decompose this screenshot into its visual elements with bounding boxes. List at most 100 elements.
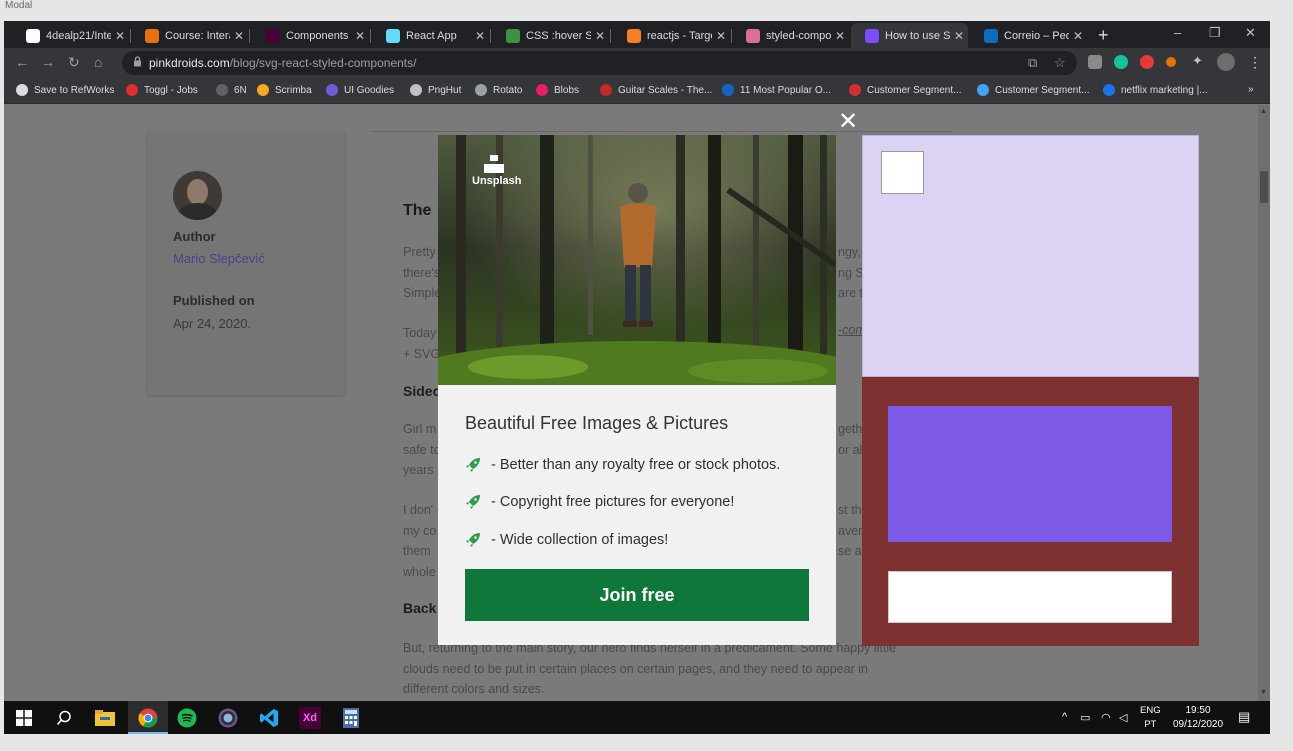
bookmark-item[interactable]: UI Goodies — [326, 84, 394, 96]
file-explorer-icon[interactable] — [94, 707, 116, 729]
grammarly-icon[interactable] — [1114, 55, 1128, 69]
window-close-button[interactable]: ✕ — [1245, 25, 1256, 41]
preview-panel-top — [862, 135, 1199, 377]
bookmark-item[interactable]: Guitar Scales - The... — [600, 84, 712, 96]
bookmark-label: 11 Most Popular O... — [740, 84, 831, 96]
text-line: geth — [838, 422, 863, 436]
forward-icon[interactable]: → — [41, 54, 55, 70]
bookmark-item[interactable]: netflix marketing |... — [1103, 84, 1208, 96]
browser-tab[interactable]: How to use SVG✕ — [851, 23, 968, 48]
text-line: or al — [838, 442, 863, 457]
extension-orange-icon[interactable] — [1166, 57, 1176, 67]
tab-close-icon[interactable]: ✕ — [230, 29, 248, 43]
scrollbar-thumb[interactable] — [1260, 171, 1268, 203]
bookmark-item[interactable]: Toggl - Jobs — [126, 84, 198, 96]
browser-tab[interactable]: Correio – Pedro✕ — [970, 23, 1087, 48]
scroll-down-icon[interactable]: ▼ — [1260, 689, 1267, 696]
tab-title: CSS :hover Sele — [526, 29, 591, 42]
browser-tab[interactable]: React App ✕ — [372, 23, 489, 48]
chrome-icon[interactable] — [137, 707, 159, 729]
new-tab-button[interactable]: + — [1098, 25, 1109, 46]
feature-item: - Wide collection of images! — [465, 532, 668, 548]
wifi-icon[interactable]: ◠ — [1101, 711, 1111, 724]
notifications-icon[interactable]: ▤ — [1238, 709, 1250, 725]
author-link[interactable]: Mario Slepčević — [173, 251, 265, 266]
tab-close-icon[interactable]: ✕ — [471, 29, 489, 43]
bookmark-item[interactable]: Blobs — [536, 84, 579, 96]
home-icon[interactable]: ⌂ — [94, 54, 102, 70]
tab-close-icon[interactable]: ✕ — [831, 29, 849, 43]
restore-button[interactable]: ❐ — [1209, 25, 1221, 41]
bookmark-item[interactable]: Save to RefWorks — [16, 84, 114, 96]
tab-separator — [490, 29, 491, 43]
bookmark-star-icon[interactable]: ☆ — [1054, 55, 1066, 71]
browser-menu-icon[interactable]: ⋮ — [1248, 54, 1262, 71]
article-heading: The — [403, 202, 432, 219]
browser-tab[interactable]: Components ✕ — [252, 23, 369, 48]
tab-close-icon[interactable]: ✕ — [1069, 29, 1087, 43]
translate-icon[interactable]: ⧉ — [1028, 55, 1037, 71]
tab-separator — [370, 29, 371, 43]
browser-tab[interactable]: reactjs - Target✕ — [613, 23, 730, 48]
preview-checkbox[interactable] — [881, 151, 924, 194]
battery-icon[interactable]: ▭ — [1080, 711, 1090, 724]
bookmark-label: Scrimba — [275, 84, 312, 96]
article-paragraph-3-right: geth or al — [838, 419, 862, 460]
rocket-icon — [466, 458, 480, 472]
extensions-puzzle-icon[interactable]: ✦ — [1192, 53, 1206, 68]
search-icon[interactable] — [53, 707, 75, 729]
volume-icon[interactable]: ◁ — [1119, 711, 1127, 724]
bookmark-item[interactable]: Customer Segment... — [849, 84, 961, 96]
minimize-button[interactable]: – — [1174, 25, 1181, 40]
browser-tab[interactable]: Course: Interac✕ — [131, 23, 248, 48]
system-clock[interactable]: 19:50 09/12/2020 — [1170, 704, 1226, 732]
bookmark-item[interactable]: Rotato — [475, 84, 522, 96]
bookmark-label: Save to RefWorks — [34, 84, 115, 96]
windows-start-icon[interactable] — [13, 707, 35, 729]
calculator-icon[interactable] — [340, 707, 362, 729]
address-bar[interactable]: pinkdroids.com/blog/svg-react-styled-com… — [122, 51, 1077, 75]
adobe-xd-icon[interactable]: Xd — [299, 707, 321, 729]
browser-tab[interactable]: styled-compon ✕ — [732, 23, 849, 48]
bookmark-favicon-icon — [410, 84, 422, 96]
profile-avatar[interactable] — [1217, 53, 1235, 71]
tab-close-icon[interactable]: ✕ — [351, 29, 369, 43]
spotify-icon[interactable] — [176, 707, 198, 729]
bookmark-item[interactable]: 6N — [216, 84, 247, 96]
outlook-icon — [984, 28, 998, 43]
browser-tab[interactable]: CSS :hover Sele✕ — [492, 23, 609, 48]
modal-close-icon[interactable]: ✕ — [838, 110, 858, 134]
join-free-button[interactable]: Join free — [465, 569, 809, 621]
extension-red-icon[interactable] — [1140, 55, 1154, 69]
github-desktop-icon[interactable] — [217, 707, 239, 729]
tray-chevron-icon[interactable]: ^ — [1062, 711, 1067, 723]
tab-close-icon[interactable]: ✕ — [111, 29, 129, 43]
tab-title: reactjs - Target — [647, 29, 712, 42]
back-icon[interactable]: ← — [15, 54, 29, 70]
feature-item: - Copyright free pictures for everyone! — [465, 494, 734, 510]
bookmark-item[interactable]: Customer Segment... — [977, 84, 1089, 96]
hero-image: Unsplash — [438, 135, 836, 385]
pinkdroids-icon — [865, 28, 879, 43]
scroll-up-icon[interactable]: ▲ — [1260, 108, 1267, 115]
lock-icon[interactable] — [133, 56, 142, 70]
page-scrollbar[interactable]: ▲ ▼ — [1258, 105, 1270, 701]
tab-close-icon[interactable]: ✕ — [591, 29, 609, 43]
tab-close-icon[interactable]: ✕ — [950, 29, 968, 43]
tab-close-icon[interactable]: ✕ — [712, 29, 730, 43]
extension-icon[interactable] — [1088, 55, 1102, 69]
url-domain: pinkdroids.com — [149, 56, 230, 70]
bookmark-item[interactable]: Scrimba — [257, 84, 312, 96]
bookmark-label: netflix marketing |... — [1121, 84, 1208, 96]
bookmark-item[interactable]: 11 Most Popular O... — [722, 84, 831, 96]
bookmark-item[interactable]: PngHut — [410, 84, 461, 96]
bookmarks-more-button[interactable]: » — [1248, 84, 1254, 95]
preview-input[interactable] — [888, 571, 1172, 623]
vscode-icon[interactable] — [258, 707, 280, 729]
bookmark-favicon-icon — [722, 84, 734, 96]
frame-label: Modal — [5, 0, 33, 11]
input-language[interactable]: ENG PT — [1140, 704, 1161, 732]
url-text[interactable]: pinkdroids.com/blog/svg-react-styled-com… — [149, 56, 416, 70]
reload-icon[interactable]: ↻ — [68, 54, 80, 71]
browser-tab[interactable]: 4dealp21/Inter ✕ — [12, 23, 129, 48]
